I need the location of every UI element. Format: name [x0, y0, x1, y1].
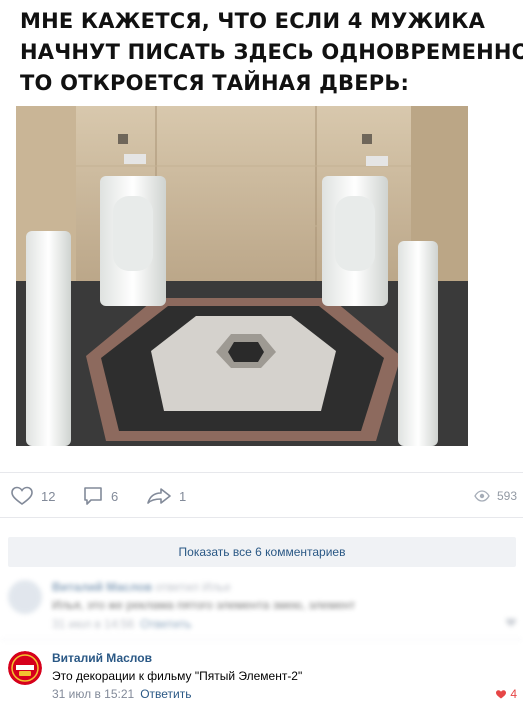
- like-button[interactable]: 12: [10, 485, 55, 507]
- share-arrow-icon: [147, 488, 171, 504]
- comment-bubble-icon: [84, 487, 102, 505]
- caption-line-2: НАЧНУТ ПИСАТЬ ЗДЕСЬ ОДНОВРЕМЕННО,: [20, 40, 523, 64]
- caption-line-3: ТО ОТКРОЕТСЯ ТАЙНАЯ ДВЕРЬ:: [20, 71, 410, 95]
- comment-meta: 31 июл в 14:56 Ответить: [52, 617, 192, 631]
- show-all-comments-button[interactable]: Показать все 6 комментариев: [8, 537, 516, 567]
- comment-count: 6: [111, 488, 119, 504]
- heart-icon: [506, 618, 516, 627]
- comment-item-blurred: Виталий Маслов ответил Илье Илья, это же…: [0, 572, 523, 640]
- post-actions-bar: 12 6 1 593: [0, 472, 523, 518]
- views-count: 593: [496, 489, 517, 503]
- comment-button[interactable]: 6: [82, 485, 118, 507]
- heart-icon: [11, 486, 33, 505]
- comment-text: Илья, это же реклама пятого элемента зме…: [52, 598, 356, 612]
- comment-like-button[interactable]: [505, 617, 517, 628]
- avatar[interactable]: [8, 580, 42, 614]
- like-count: 12: [41, 488, 56, 504]
- comment-item: Виталий Маслов Это декорации к фильму "П…: [0, 645, 523, 707]
- reply-link[interactable]: Ответить: [140, 687, 191, 701]
- comment-date: 31 июл в 14:56: [52, 617, 135, 631]
- reply-link[interactable]: Ответить: [140, 617, 191, 631]
- restroom-photo-illustration: [16, 106, 468, 446]
- comment-like-count: 4: [510, 687, 517, 701]
- meme-caption: МНЕ КАЖЕТСЯ, ЧТО ЕСЛИ 4 МУЖИКА НАЧНУТ ПИ…: [20, 6, 523, 99]
- comment-author[interactable]: Виталий Маслов ответил Илье: [52, 580, 231, 594]
- comment-meta: 31 июл в 15:21 Ответить: [52, 687, 192, 701]
- eye-icon: [474, 490, 490, 502]
- post-photo[interactable]: [16, 106, 468, 446]
- caption-line-1: МНЕ КАЖЕТСЯ, ЧТО ЕСЛИ 4 МУЖИКА: [20, 9, 486, 33]
- heart-icon: [496, 689, 507, 698]
- comment-text: Это декорации к фильму "Пятый Элемент-2": [52, 669, 303, 683]
- arsenal-logo-avatar: [8, 651, 42, 685]
- share-button[interactable]: 1: [146, 485, 186, 507]
- comment-like-button[interactable]: 4: [495, 687, 517, 701]
- views-indicator: 593: [474, 485, 517, 507]
- comment-author[interactable]: Виталий Маслов: [52, 651, 152, 665]
- avatar[interactable]: [8, 651, 42, 685]
- comment-date[interactable]: 31 июл в 15:21: [52, 687, 134, 701]
- share-count: 1: [179, 488, 187, 504]
